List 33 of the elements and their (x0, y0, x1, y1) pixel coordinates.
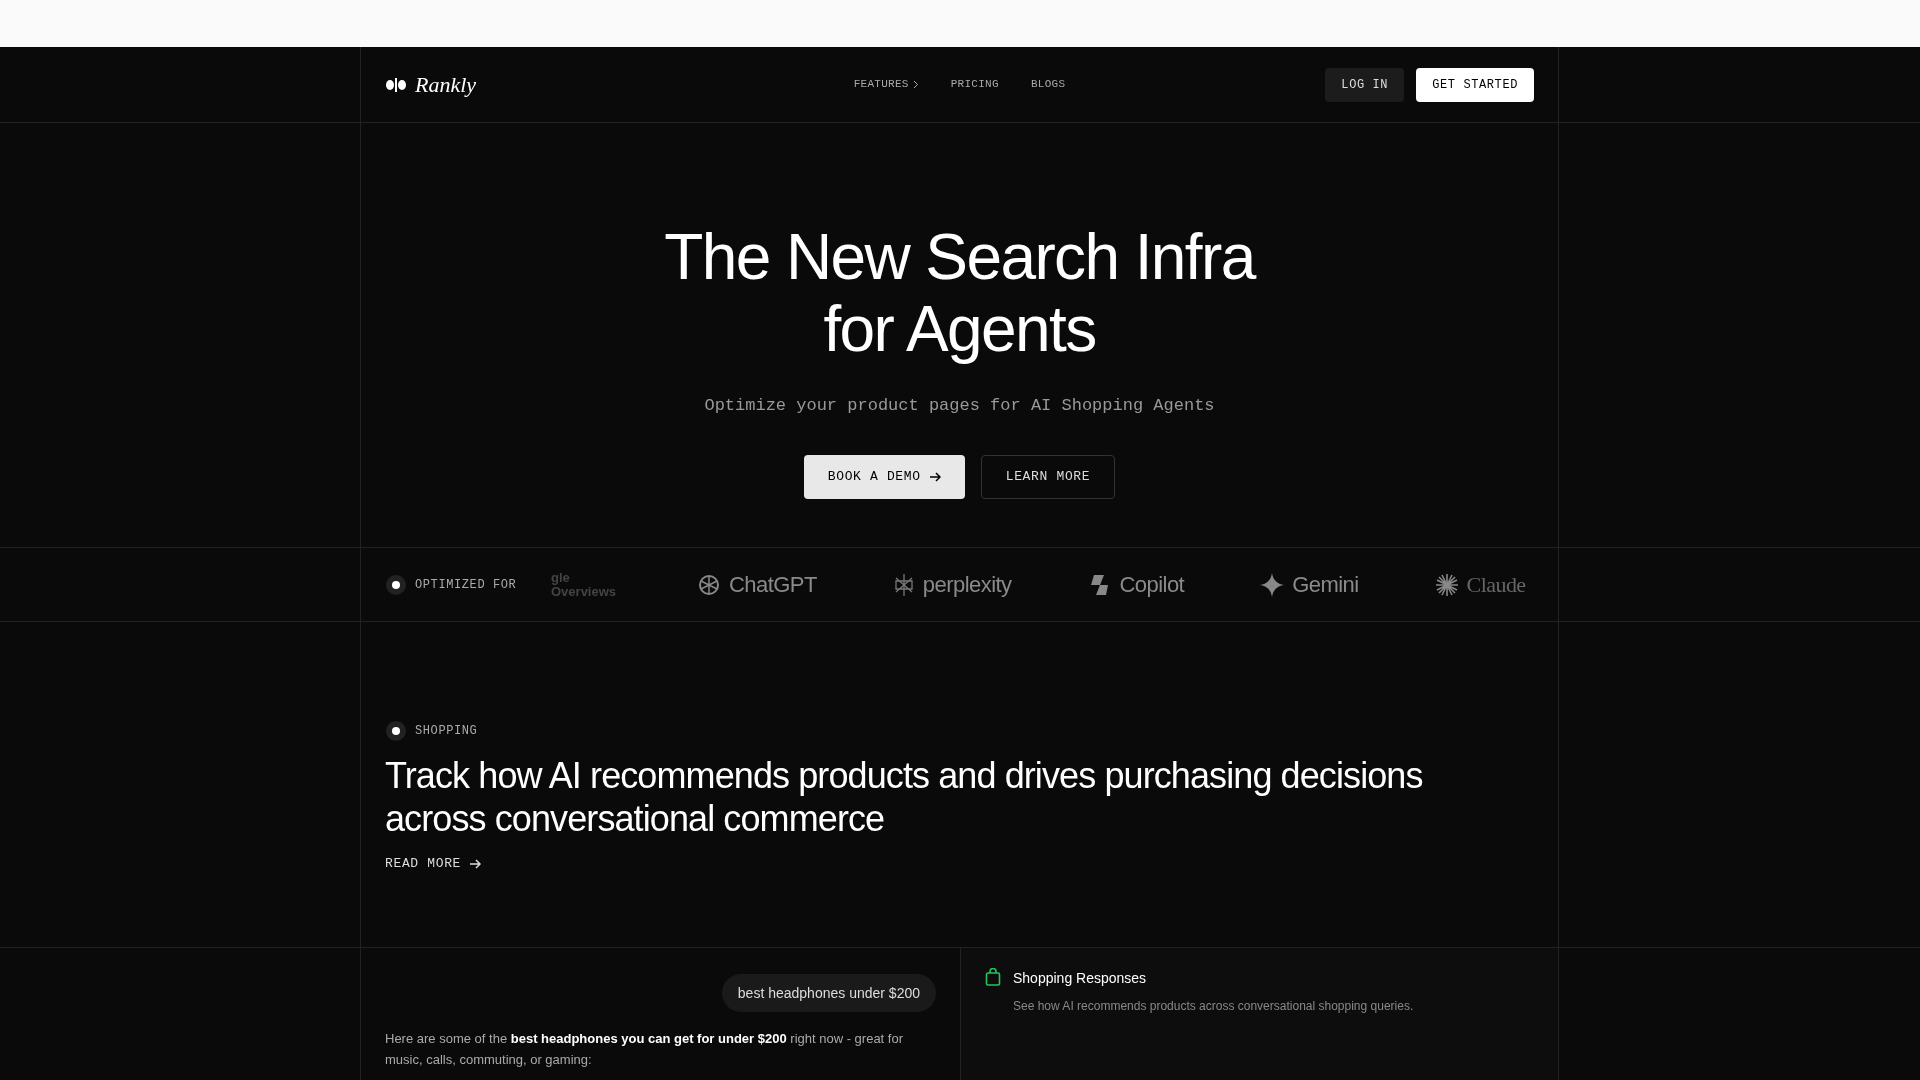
hero-title: for Agents (823, 293, 1096, 365)
read-more-link[interactable]: READ MORE (385, 854, 482, 874)
burst-logo-icon (1434, 572, 1459, 597)
book-demo-button[interactable]: BOOK A DEMO (803, 454, 965, 499)
shopping-bag-icon (985, 968, 1001, 986)
dot-icon (385, 720, 407, 742)
arrow-right-icon (469, 857, 482, 870)
section-tag: SHOPPING (415, 722, 478, 740)
section-heading: Track how AI recommends products and drives purchasing decisions across conversational commerce (385, 754, 1424, 840)
dot-icon (385, 573, 407, 596)
chat-query-bubble: best headphones under $200 (721, 974, 936, 1012)
four-point-star-icon (1260, 572, 1285, 597)
panel-title: Shopping Responses (1013, 969, 1148, 988)
partial-logo-text: gle Overviews (551, 570, 618, 599)
hero-title: The New Search Infra (664, 221, 1255, 293)
logo-name: Copilot (1119, 571, 1185, 599)
logo-name: ChatGPT (729, 571, 817, 599)
nav-link[interactable]: FEATURES (853, 76, 919, 93)
logo-name: Claude (1466, 571, 1526, 599)
hero-subtitle: Optimize your product pages for AI Shopping Agents (704, 395, 1215, 417)
optimized-for-label: OPTIMIZED FOR (415, 576, 517, 594)
panel-description: See how AI recommends products across conversational shopping queries. (1013, 998, 1414, 1015)
learn-more-button[interactable]: LEARN MORE (980, 454, 1116, 499)
log-in-button[interactable]: LOG IN (1325, 67, 1405, 102)
nav-link[interactable]: BLOGS (1030, 76, 1066, 93)
chat-answer-text: Here are some of the best headphones you can get for under $200 right now - great for music, calls, commuting, or gaming: (385, 1030, 904, 1069)
nav-link[interactable]: PRICING (950, 76, 999, 93)
get-started-button[interactable]: GET STARTED (1416, 67, 1534, 102)
logo-name: Gemini (1292, 571, 1359, 599)
logo-name: perplexity (922, 571, 1012, 599)
arrow-right-icon (928, 470, 941, 483)
logo-icon (385, 76, 407, 93)
brand-name[interactable]: Rankly (415, 68, 477, 101)
